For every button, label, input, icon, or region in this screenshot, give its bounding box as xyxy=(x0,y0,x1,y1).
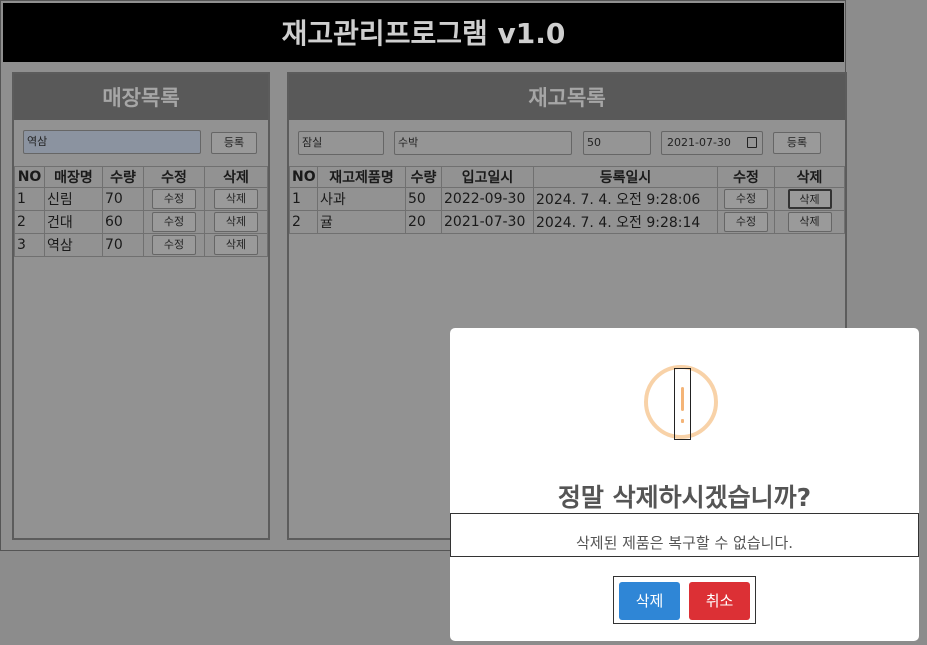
product-name: 귤 xyxy=(317,210,406,234)
column-header: 등록일시 xyxy=(533,166,718,188)
column-header: 수정 xyxy=(143,166,205,188)
store-name-input[interactable]: 역삼 xyxy=(23,130,201,154)
store-name: 역삼 xyxy=(44,233,103,257)
column-header: 수량 xyxy=(102,166,144,188)
column-header: 수량 xyxy=(405,166,442,188)
delete-button[interactable]: 삭제 xyxy=(214,189,258,209)
store-name: 건대 xyxy=(44,210,103,234)
delete-button[interactable]: 삭제 xyxy=(787,189,832,209)
exclamation-icon xyxy=(674,368,691,440)
in-date: 2022-09-30 xyxy=(441,187,534,211)
stock-date-input[interactable]: 2021-07-30 xyxy=(661,131,763,155)
edit-button[interactable]: 수정 xyxy=(724,189,768,209)
edit-button[interactable]: 수정 xyxy=(152,212,196,232)
store-name: 신림 xyxy=(44,187,103,211)
store-form: 역삼 등록 xyxy=(14,120,268,166)
dialog-title: 정말 삭제하시겠습니까? xyxy=(557,483,812,512)
store-table-header: NO 매장명 수량 수정 삭제 xyxy=(14,166,268,188)
stock-store-input[interactable]: 잠실 xyxy=(298,131,384,155)
stock-panel-title: 재고목록 xyxy=(289,74,845,120)
column-header: 매장명 xyxy=(44,166,103,188)
calendar-icon[interactable] xyxy=(747,137,757,148)
store-qty: 70 xyxy=(102,187,144,211)
column-header: 수정 xyxy=(717,166,775,188)
column-header: 재고제품명 xyxy=(317,166,406,188)
reg-date: 2024. 7. 4. 오전 9:28:06 xyxy=(533,187,718,211)
store-table: NO 매장명 수량 수정 삭제 1 신림 70 수정 삭제 2 건대 60 수정… xyxy=(14,166,268,257)
row-no: 1 xyxy=(289,187,318,211)
row-no: 3 xyxy=(14,233,45,257)
edit-button[interactable]: 수정 xyxy=(152,235,196,255)
row-no: 2 xyxy=(14,210,45,234)
column-header: NO xyxy=(289,166,318,188)
stock-table: NO 재고제품명 수량 입고일시 등록일시 수정 삭제 1 사과 50 2022… xyxy=(289,166,845,234)
table-row: 3 역삼 70 수정 삭제 xyxy=(14,233,268,257)
reg-date: 2024. 7. 4. 오전 9:28:14 xyxy=(533,210,718,234)
product-qty: 50 xyxy=(405,187,442,211)
edit-button[interactable]: 수정 xyxy=(152,189,196,209)
table-row: 1 사과 50 2022-09-30 2024. 7. 4. 오전 9:28:0… xyxy=(289,187,845,211)
app-title: 재고관리프로그램 v1.0 xyxy=(3,3,844,62)
stock-qty-input[interactable]: 50 xyxy=(583,131,651,155)
store-qty: 60 xyxy=(102,210,144,234)
store-panel: 매장목록 역삼 등록 NO 매장명 수량 수정 삭제 1 신림 70 수정 삭제… xyxy=(12,72,270,540)
date-value: 2021-07-30 xyxy=(667,136,731,149)
edit-button[interactable]: 수정 xyxy=(724,212,768,232)
column-header: 입고일시 xyxy=(441,166,534,188)
column-header: 삭제 xyxy=(774,166,845,188)
stock-form: 잠실 수박 50 2021-07-30 등록 xyxy=(289,120,845,166)
table-row: 1 신림 70 수정 삭제 xyxy=(14,187,268,211)
store-qty: 70 xyxy=(102,233,144,257)
stock-table-header: NO 재고제품명 수량 입고일시 등록일시 수정 삭제 xyxy=(289,166,845,188)
in-date: 2021-07-30 xyxy=(441,210,534,234)
table-row: 2 건대 60 수정 삭제 xyxy=(14,210,268,234)
store-register-button[interactable]: 등록 xyxy=(211,132,257,154)
confirm-delete-button[interactable]: 삭제 xyxy=(619,582,680,620)
store-panel-title: 매장목록 xyxy=(14,74,268,120)
delete-confirm-dialog: 정말 삭제하시겠습니까? 삭제된 제품은 복구할 수 없습니다. 삭제 취소 xyxy=(450,328,919,641)
stock-product-input[interactable]: 수박 xyxy=(394,131,572,155)
dialog-message: 삭제된 제품은 복구할 수 없습니다. xyxy=(450,513,919,557)
delete-button[interactable]: 삭제 xyxy=(214,212,258,232)
delete-button[interactable]: 삭제 xyxy=(214,235,258,255)
delete-button[interactable]: 삭제 xyxy=(787,212,832,232)
product-qty: 20 xyxy=(405,210,442,234)
cancel-button[interactable]: 취소 xyxy=(689,582,750,620)
row-no: 1 xyxy=(14,187,45,211)
row-no: 2 xyxy=(289,210,318,234)
column-header: NO xyxy=(14,166,45,188)
column-header: 삭제 xyxy=(204,166,268,188)
product-name: 사과 xyxy=(317,187,406,211)
dialog-actions: 삭제 취소 xyxy=(613,576,756,624)
table-row: 2 귤 20 2021-07-30 2024. 7. 4. 오전 9:28:14… xyxy=(289,210,845,234)
stock-register-button[interactable]: 등록 xyxy=(773,132,821,154)
